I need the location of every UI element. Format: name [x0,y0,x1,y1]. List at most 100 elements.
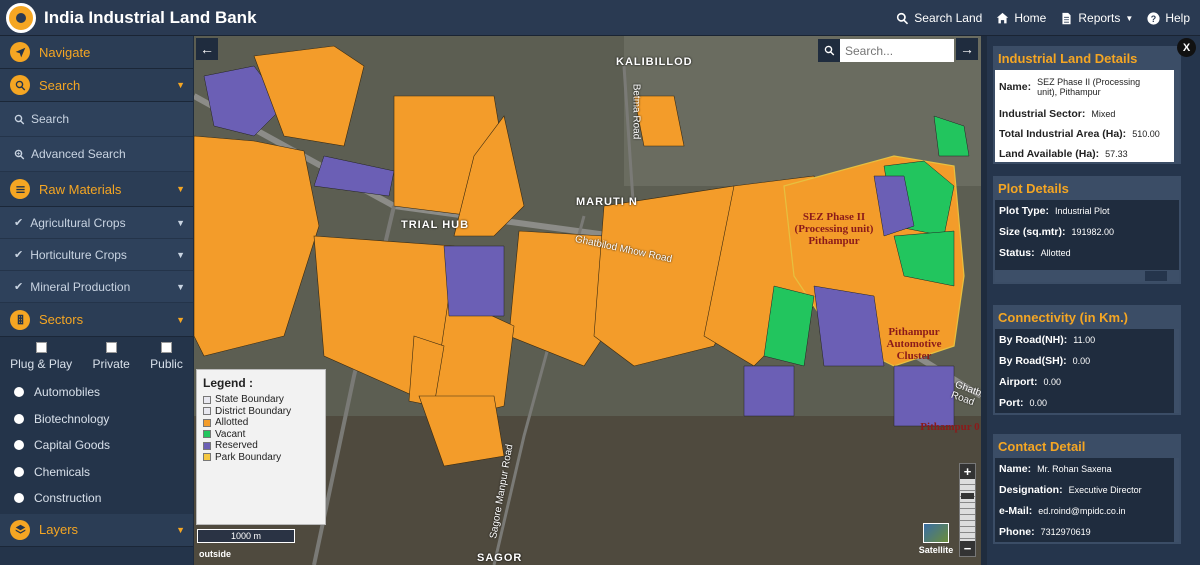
legend-title: Legend : [203,376,253,390]
map-search-input[interactable] [840,39,954,62]
horizontal-scrollbar[interactable] [995,270,1179,282]
legend-item: District Boundary [203,406,319,418]
sector-label: Chemicals [34,464,91,479]
search-icon[interactable] [818,39,840,62]
collapse-sidebar-button[interactable]: ← [196,38,218,60]
private-check[interactable]: Private [92,342,130,379]
section-search[interactable]: Search ▼ [0,69,193,102]
vertical-scrollbar[interactable] [1174,458,1179,542]
sector-capital-goods[interactable]: Capital Goods [0,432,193,459]
agricultural-crops-item[interactable]: ✔ Agricultural Crops ▼ [0,207,193,239]
navigate-icon [10,42,30,62]
horticulture-crops-item[interactable]: ✔ Horticulture Crops ▼ [0,239,193,271]
advanced-search-item[interactable]: Advanced Search [0,137,193,172]
help-link[interactable]: ? Help [1147,11,1190,25]
sector-label: Capital Goods [34,438,111,453]
zoom-in-button[interactable]: + [960,464,975,479]
home-label: Home [1014,11,1047,25]
detail-value: Mr. Rohan Saxena [1037,463,1112,474]
detail-key: Port: [999,396,1024,409]
app-logo [6,2,36,33]
detail-value: Mixed [1091,109,1116,119]
zoom-out-button[interactable]: − [960,541,975,556]
detail-value: 7312970619 [1040,526,1091,537]
map-canvas[interactable]: KALIBILLOD MARUTI N TRIAL HUB SAGOR Ghat… [194,36,981,565]
search-icon [10,75,30,95]
reports-menu[interactable]: Reports ▼ [1060,11,1133,25]
home-icon [997,12,1009,23]
detail-row: Status: Allotted [995,242,1179,263]
map-label-kalibillod: KALIBILLOD [616,56,693,68]
sector-biotechnology[interactable]: Biotechnology [0,406,193,433]
section-raw-materials[interactable]: Raw Materials ▼ [0,172,193,207]
sector-automobiles[interactable]: Automobiles [0,379,193,406]
private-checkbox[interactable] [105,342,117,353]
sector-chemicals[interactable]: Chemicals [0,459,193,486]
top-bar: India Industrial Land Bank Search Land H… [0,0,1200,36]
public-checkbox[interactable] [160,342,172,353]
radio-button[interactable] [14,493,24,504]
plug-play-label: Plug & Play [10,357,73,371]
legend-item: Park Boundary [203,452,319,464]
detail-value: Executive Director [1068,484,1142,495]
legend-swatch [203,453,211,462]
industrial-land-body: Name: SEZ Phase II (Processing unit), Pit… [995,70,1179,162]
expand-panel-button[interactable]: → [956,38,978,60]
section-navigate[interactable]: Navigate [0,36,193,69]
search-item[interactable]: Search [0,102,193,137]
list-icon [10,179,30,199]
section-sectors[interactable]: Sectors ▼ [0,303,193,337]
map-label-maruti: MARUTI N [576,196,638,208]
detail-value[interactable]: ed.roind@mpidc.co.in [1038,506,1125,516]
public-check[interactable]: Public [150,342,183,379]
legend-swatch [203,418,211,427]
radio-button[interactable] [14,466,24,477]
search-land-link[interactable]: Search Land [896,11,982,25]
section-layers[interactable]: Layers ▼ [0,513,193,547]
search-item-label: Search [31,112,70,126]
mineral-production-item[interactable]: ✔ Mineral Production ▼ [0,271,193,303]
legend-item: Allotted [203,417,319,429]
industrial-land-title: Industrial Land Details [998,50,1138,66]
home-link[interactable]: Home [996,11,1046,25]
scale-bar: 1000 m [197,529,295,543]
satellite-toggle[interactable]: Satellite [916,523,956,559]
radio-button[interactable] [14,387,24,398]
advanced-search-label: Advanced Search [31,147,126,161]
reports-label: Reports [1078,11,1121,25]
detail-row: Name: Mr. Rohan Saxena [995,458,1179,479]
satellite-thumbnail [923,523,949,543]
detail-row: Airport: 0.00 [995,371,1179,392]
sector-label: Automobiles [34,385,101,400]
horticulture-crops-label: Horticulture Crops [30,247,127,262]
detail-key: By Road(NH): [999,333,1068,346]
detail-row: Port: 0.00 [995,392,1179,413]
detail-row: e-Mail: ed.roind@mpidc.co.in [995,500,1179,521]
radio-button[interactable] [14,440,24,451]
detail-key: Total Industrial Area (Ha): [999,128,1127,140]
legend-label: Vacant [215,428,246,440]
detail-key: Land Available (Ha): [999,148,1100,160]
help-label: Help [1165,11,1190,25]
caret-down-icon: ▼ [1125,13,1134,23]
detail-value: 191982.00 [1071,226,1115,237]
caret-down-icon: ▼ [176,314,185,325]
vertical-scrollbar[interactable] [1174,329,1179,413]
search-icon [14,114,25,124]
zoom-slider[interactable] [960,479,975,541]
zoom-handle[interactable] [961,493,974,499]
check-icon: ✔ [14,217,24,229]
radio-button[interactable] [14,413,24,424]
detail-value: 57.33 [1105,149,1128,159]
plug-play-checkbox[interactable] [35,342,47,353]
detail-value: 510.00 [1132,129,1160,139]
scrollbar-thumb[interactable] [1145,271,1167,281]
plug-play-check[interactable]: Plug & Play [10,342,72,379]
legend-label: Park Boundary [215,451,282,463]
close-panel-button[interactable]: X [1177,38,1196,57]
detail-row: By Road(SH): 0.00 [995,350,1179,371]
detail-value: Allotted [1040,247,1071,258]
vertical-scrollbar[interactable] [1174,70,1179,162]
sector-type-checks: Plug & Play Private Public [0,337,193,379]
sector-construction[interactable]: Construction [0,485,193,512]
